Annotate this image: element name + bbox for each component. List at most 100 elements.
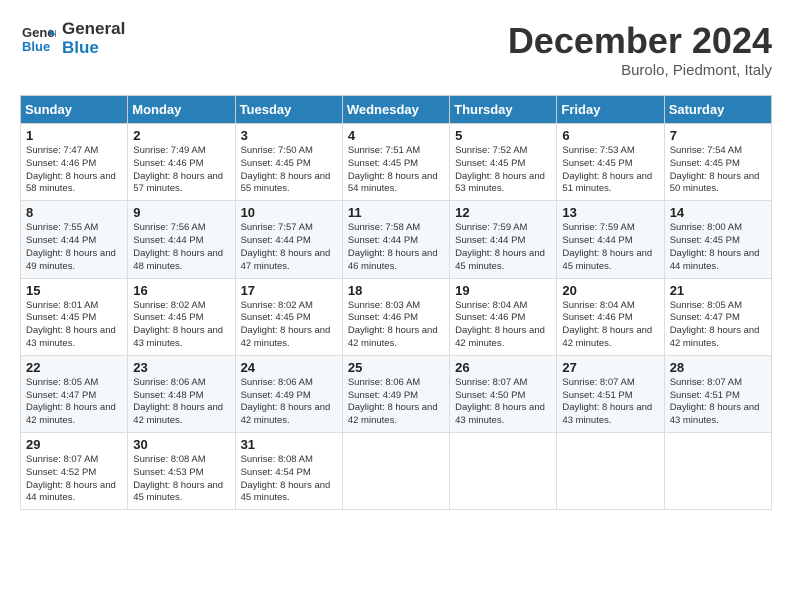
logo-line2: Blue [62, 39, 125, 58]
day-number: 13 [562, 205, 658, 220]
logo-icon: General Blue [20, 21, 56, 57]
dow-tuesday: Tuesday [235, 96, 342, 124]
cell-info: Sunrise: 7:47 AMSunset: 4:46 PMDaylight:… [26, 145, 122, 196]
cell-info: Sunrise: 7:51 AMSunset: 4:45 PMDaylight:… [348, 145, 444, 196]
day-number: 5 [455, 128, 551, 143]
calendar-body: 1 Sunrise: 7:47 AMSunset: 4:46 PMDaylight… [21, 124, 772, 510]
day-number: 24 [241, 360, 337, 375]
day-number: 30 [133, 437, 229, 452]
day-number: 3 [241, 128, 337, 143]
calendar-cell-day-17: 17 Sunrise: 8:02 AMSunset: 4:45 PMDayligh… [235, 278, 342, 355]
day-number: 9 [133, 205, 229, 220]
cell-info: Sunrise: 8:06 AMSunset: 4:49 PMDaylight:… [241, 377, 337, 428]
day-number: 4 [348, 128, 444, 143]
location-subtitle: Burolo, Piedmont, Italy [508, 62, 772, 79]
calendar-cell-day-3: 3 Sunrise: 7:50 AMSunset: 4:45 PMDaylight… [235, 124, 342, 201]
page-header: General Blue General Blue December 2024 … [20, 20, 772, 79]
calendar-cell-day-1: 1 Sunrise: 7:47 AMSunset: 4:46 PMDaylight… [21, 124, 128, 201]
calendar-cell-day-23: 23Sunrise: 8:06 AMSunset: 4:48 PMDayligh… [128, 355, 235, 432]
week-row-4: 22 Sunrise: 8:05 AMSunset: 4:47 PMDayligh… [21, 355, 772, 432]
calendar-cell-day-29: 29 Sunrise: 8:07 AMSunset: 4:52 PMDayligh… [21, 433, 128, 510]
day-number: 25 [348, 360, 444, 375]
calendar-cell-day-11: 11 Sunrise: 7:58 AMSunset: 4:44 PMDayligh… [342, 201, 449, 278]
calendar-cell-day-30: 30 Sunrise: 8:08 AMSunset: 4:53 PMDayligh… [128, 433, 235, 510]
logo-line1: General [62, 20, 125, 39]
cell-info: Sunrise: 8:08 AMSunset: 4:53 PMDaylight:… [133, 454, 229, 505]
calendar-cell-day-22: 22 Sunrise: 8:05 AMSunset: 4:47 PMDayligh… [21, 355, 128, 432]
cell-info: Sunrise: 7:52 AMSunset: 4:45 PMDaylight:… [455, 145, 551, 196]
calendar-cell-day-19: 19Sunrise: 8:04 AMSunset: 4:46 PMDayligh… [450, 278, 557, 355]
cell-info: Sunrise: 8:04 AMSunset: 4:46 PMDaylight:… [455, 300, 551, 351]
day-number: 26 [455, 360, 551, 375]
dow-sunday: Sunday [21, 96, 128, 124]
cell-info: Sunrise: 7:58 AMSunset: 4:44 PMDaylight:… [348, 222, 444, 273]
cell-info: Sunrise: 7:54 AMSunset: 4:45 PMDaylight:… [670, 145, 766, 196]
cell-info: Sunrise: 8:07 AMSunset: 4:52 PMDaylight:… [26, 454, 122, 505]
cell-info: Sunrise: 8:00 AMSunset: 4:45 PMDaylight:… [670, 222, 766, 273]
calendar-cell-day-16: 16Sunrise: 8:02 AMSunset: 4:45 PMDayligh… [128, 278, 235, 355]
cell-info: Sunrise: 8:08 AMSunset: 4:54 PMDaylight:… [241, 454, 337, 505]
day-number: 10 [241, 205, 337, 220]
day-number: 11 [348, 205, 444, 220]
day-number: 8 [26, 205, 122, 220]
cell-info: Sunrise: 7:56 AMSunset: 4:44 PMDaylight:… [133, 222, 229, 273]
cell-info: Sunrise: 7:57 AMSunset: 4:44 PMDaylight:… [241, 222, 337, 273]
calendar-cell-day-7: 7 Sunrise: 7:54 AMSunset: 4:45 PMDaylight… [664, 124, 771, 201]
calendar-cell-day-15: 15Sunrise: 8:01 AMSunset: 4:45 PMDayligh… [21, 278, 128, 355]
calendar-cell-day-9: 9 Sunrise: 7:56 AMSunset: 4:44 PMDaylight… [128, 201, 235, 278]
calendar-cell-day-8: 8 Sunrise: 7:55 AMSunset: 4:44 PMDaylight… [21, 201, 128, 278]
day-number: 20 [562, 283, 658, 298]
day-number: 15 [26, 283, 122, 298]
day-number: 29 [26, 437, 122, 452]
empty-cell [450, 433, 557, 510]
day-number: 12 [455, 205, 551, 220]
day-number: 7 [670, 128, 766, 143]
day-number: 1 [26, 128, 122, 143]
cell-info: Sunrise: 8:02 AMSunset: 4:45 PMDaylight:… [241, 300, 337, 351]
dow-thursday: Thursday [450, 96, 557, 124]
calendar-cell-day-5: 5 Sunrise: 7:52 AMSunset: 4:45 PMDaylight… [450, 124, 557, 201]
calendar-cell-day-31: 31 Sunrise: 8:08 AMSunset: 4:54 PMDayligh… [235, 433, 342, 510]
day-number: 17 [241, 283, 337, 298]
cell-info: Sunrise: 7:55 AMSunset: 4:44 PMDaylight:… [26, 222, 122, 273]
day-number: 31 [241, 437, 337, 452]
cell-info: Sunrise: 8:06 AMSunset: 4:49 PMDaylight:… [348, 377, 444, 428]
calendar-table: SundayMondayTuesdayWednesdayThursdayFrid… [20, 95, 772, 510]
calendar-cell-day-25: 25 Sunrise: 8:06 AMSunset: 4:49 PMDayligh… [342, 355, 449, 432]
calendar-cell-day-21: 21Sunrise: 8:05 AMSunset: 4:47 PMDayligh… [664, 278, 771, 355]
cell-info: Sunrise: 7:50 AMSunset: 4:45 PMDaylight:… [241, 145, 337, 196]
calendar-cell-day-6: 6Sunrise: 7:53 AMSunset: 4:45 PMDaylight… [557, 124, 664, 201]
calendar-cell-day-12: 12 Sunrise: 7:59 AMSunset: 4:44 PMDayligh… [450, 201, 557, 278]
week-row-3: 15Sunrise: 8:01 AMSunset: 4:45 PMDayligh… [21, 278, 772, 355]
dow-wednesday: Wednesday [342, 96, 449, 124]
day-number: 21 [670, 283, 766, 298]
calendar-cell-day-26: 26Sunrise: 8:07 AMSunset: 4:50 PMDayligh… [450, 355, 557, 432]
cell-info: Sunrise: 8:07 AMSunset: 4:51 PMDaylight:… [670, 377, 766, 428]
cell-info: Sunrise: 8:07 AMSunset: 4:51 PMDaylight:… [562, 377, 658, 428]
day-number: 27 [562, 360, 658, 375]
calendar-cell-day-24: 24 Sunrise: 8:06 AMSunset: 4:49 PMDayligh… [235, 355, 342, 432]
day-number: 2 [133, 128, 229, 143]
empty-cell [557, 433, 664, 510]
day-number: 22 [26, 360, 122, 375]
calendar-cell-day-13: 13Sunrise: 7:59 AMSunset: 4:44 PMDayligh… [557, 201, 664, 278]
week-row-5: 29 Sunrise: 8:07 AMSunset: 4:52 PMDayligh… [21, 433, 772, 510]
calendar-cell-day-4: 4 Sunrise: 7:51 AMSunset: 4:45 PMDaylight… [342, 124, 449, 201]
cell-info: Sunrise: 7:49 AMSunset: 4:46 PMDaylight:… [133, 145, 229, 196]
calendar-cell-day-10: 10 Sunrise: 7:57 AMSunset: 4:44 PMDayligh… [235, 201, 342, 278]
cell-info: Sunrise: 8:06 AMSunset: 4:48 PMDaylight:… [133, 377, 229, 428]
cell-info: Sunrise: 8:05 AMSunset: 4:47 PMDaylight:… [26, 377, 122, 428]
cell-info: Sunrise: 7:59 AMSunset: 4:44 PMDaylight:… [455, 222, 551, 273]
days-of-week-header: SundayMondayTuesdayWednesdayThursdayFrid… [21, 96, 772, 124]
logo: General Blue General Blue [20, 20, 125, 57]
calendar-cell-day-18: 18Sunrise: 8:03 AMSunset: 4:46 PMDayligh… [342, 278, 449, 355]
empty-cell [664, 433, 771, 510]
cell-info: Sunrise: 8:02 AMSunset: 4:45 PMDaylight:… [133, 300, 229, 351]
calendar-cell-day-14: 14Sunrise: 8:00 AMSunset: 4:45 PMDayligh… [664, 201, 771, 278]
week-row-2: 8 Sunrise: 7:55 AMSunset: 4:44 PMDaylight… [21, 201, 772, 278]
dow-monday: Monday [128, 96, 235, 124]
cell-info: Sunrise: 8:04 AMSunset: 4:46 PMDaylight:… [562, 300, 658, 351]
dow-saturday: Saturday [664, 96, 771, 124]
calendar-cell-day-2: 2 Sunrise: 7:49 AMSunset: 4:46 PMDaylight… [128, 124, 235, 201]
dow-friday: Friday [557, 96, 664, 124]
